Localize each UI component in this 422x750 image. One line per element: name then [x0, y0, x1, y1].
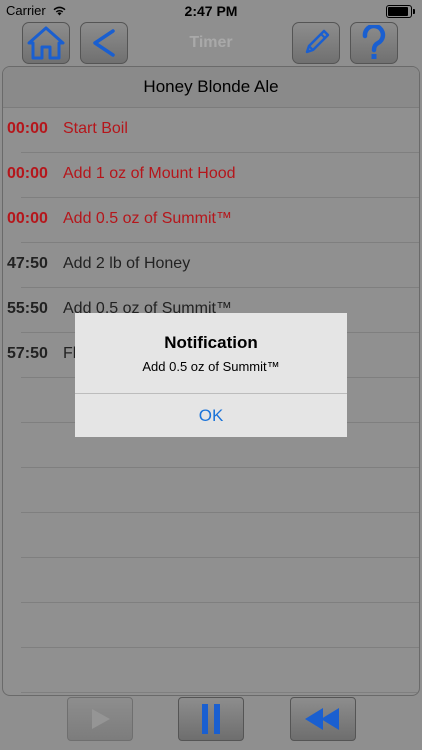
notification-alert: Notification Add 0.5 oz of Summit™ OK	[75, 313, 347, 437]
pencil-icon	[305, 29, 330, 54]
empty-row	[21, 558, 419, 603]
step-time: 00:00	[7, 120, 48, 137]
empty-row	[21, 603, 419, 648]
status-bar: Carrier 2:47 PM	[0, 0, 422, 22]
step-text: Add 1 oz of Mount Hood	[63, 165, 236, 182]
step-time: 55:50	[7, 300, 48, 317]
battery-icon	[386, 5, 415, 18]
alert-title: Notification	[164, 333, 258, 352]
play-icon	[92, 709, 110, 729]
step-row[interactable]: 00:00 Start Boil	[7, 108, 419, 153]
help-button[interactable]	[350, 22, 398, 64]
alert-message: Add 0.5 oz of Summit™	[142, 359, 280, 374]
play-button[interactable]	[67, 697, 133, 741]
empty-row	[21, 513, 419, 558]
empty-row	[21, 468, 419, 513]
pause-icon	[202, 704, 220, 734]
rewind-icon	[305, 708, 339, 730]
rewind-button[interactable]	[290, 697, 356, 741]
step-row[interactable]: 47:50 Add 2 lb of Honey	[7, 243, 419, 288]
recipe-name: Honey Blonde Ale	[3, 67, 419, 108]
step-text: Start Boil	[63, 120, 128, 137]
clock: 2:47 PM	[184, 3, 238, 19]
step-time: 57:50	[7, 345, 48, 362]
question-icon	[362, 25, 386, 59]
ok-button[interactable]: OK	[75, 394, 347, 437]
empty-row	[21, 648, 419, 693]
step-row[interactable]: 00:00 Add 0.5 oz of Summit™	[7, 198, 419, 243]
step-row[interactable]: 00:00 Add 1 oz of Mount Hood	[7, 153, 419, 198]
step-text: Add 2 lb of Honey	[63, 255, 191, 272]
step-time: 00:00	[7, 165, 48, 182]
step-time: 47:50	[7, 255, 48, 272]
step-text: Add 0.5 oz of Summit™	[63, 210, 232, 227]
edit-button[interactable]	[292, 22, 340, 64]
step-time: 00:00	[7, 210, 48, 227]
pause-button[interactable]	[178, 697, 244, 741]
